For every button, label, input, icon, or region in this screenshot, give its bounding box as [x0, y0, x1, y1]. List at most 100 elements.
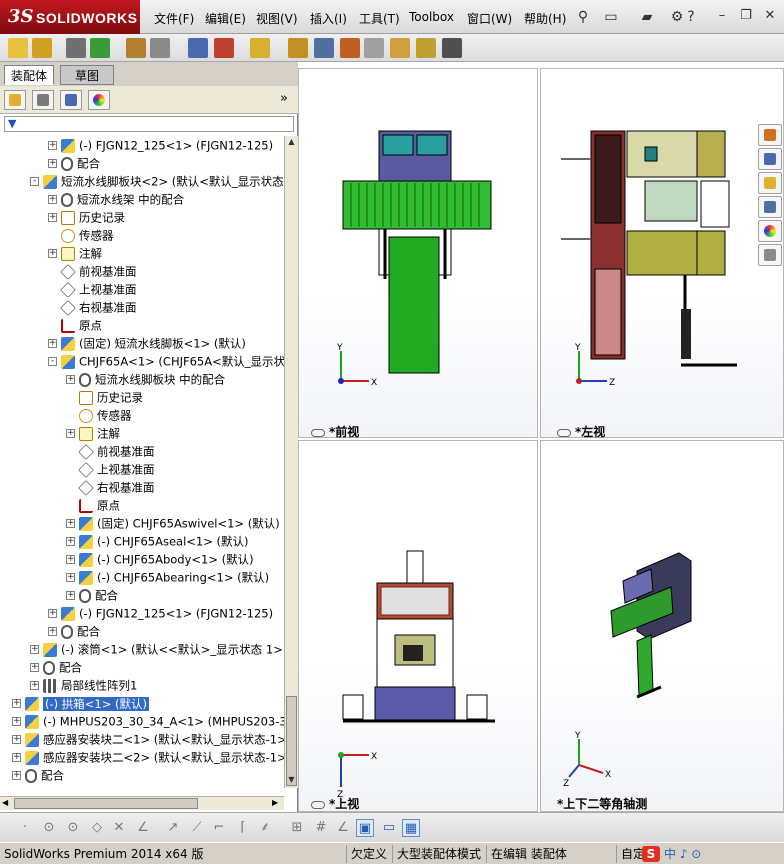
menu-help[interactable]: 帮助(H): [524, 10, 566, 27]
scroll-down-icon[interactable]: ▼: [286, 774, 297, 786]
tab-sketch[interactable]: 草图: [60, 65, 114, 85]
tree-item[interactable]: + (-) 拱箱<1> (默认): [12, 694, 149, 712]
viewport-front[interactable]: Y X *前视: [298, 68, 538, 439]
property-manager-icon[interactable]: [32, 90, 54, 110]
tree-item[interactable]: + 局部线性阵列1: [30, 676, 137, 694]
tree-item[interactable]: + 配合: [66, 586, 118, 604]
spline-icon[interactable]: ⸙: [256, 819, 274, 837]
expand-toggle-icon[interactable]: +: [48, 141, 57, 150]
pin-icon[interactable]: ⚲: [574, 8, 592, 26]
expand-toggle-icon[interactable]: +: [48, 609, 57, 618]
mirror-icon[interactable]: ⟋: [188, 819, 206, 837]
tree-item[interactable]: + 配合: [48, 622, 100, 640]
expand-toggle-icon[interactable]: +: [12, 771, 21, 780]
instant3d-icon[interactable]: [390, 38, 410, 58]
tree-item[interactable]: 原点: [66, 496, 120, 514]
tree-item[interactable]: 历史记录: [66, 388, 143, 406]
menu-file[interactable]: 文件(F): [154, 10, 194, 27]
graphics-area[interactable]: ▢ ▥ ❐ ✕ Y X: [298, 62, 784, 812]
extend-icon[interactable]: ∠: [134, 819, 152, 837]
tree-item[interactable]: + 短流水线架 中的配合: [48, 190, 184, 208]
configuration-manager-icon[interactable]: [60, 90, 82, 110]
filter-icon[interactable]: ▼: [8, 117, 16, 130]
assembly-features-icon[interactable]: [214, 38, 234, 58]
design-library-icon[interactable]: [758, 148, 782, 170]
appearances-icon[interactable]: [758, 220, 782, 242]
tree-item[interactable]: 右视基准面: [48, 298, 137, 316]
circle-icon[interactable]: ⊙: [40, 819, 58, 837]
menu-insert[interactable]: 插入(I): [310, 10, 347, 27]
ime-s-icon[interactable]: S: [642, 846, 660, 862]
menu-toolbox[interactable]: Toolbox: [409, 10, 454, 24]
tree-item[interactable]: + 注解: [66, 424, 120, 442]
feature-tree-icon[interactable]: [4, 90, 26, 110]
tree-item[interactable]: 上视基准面: [48, 280, 137, 298]
menu-view[interactable]: 视图(V): [256, 10, 298, 27]
expand-toggle-icon[interactable]: +: [66, 537, 75, 546]
collapse-toggle-icon[interactable]: -: [48, 357, 57, 366]
tree-horizontal-scrollbar[interactable]: ◀ ▶: [0, 796, 284, 810]
file-explorer-icon[interactable]: [758, 172, 782, 194]
mate-icon[interactable]: [66, 38, 86, 58]
close-icon[interactable]: ✕: [762, 8, 778, 24]
insert-component-icon[interactable]: [8, 38, 28, 58]
linear-pattern-icon[interactable]: [90, 38, 110, 58]
move-component-icon[interactable]: [150, 38, 170, 58]
open-folder-icon[interactable]: ▰: [638, 8, 656, 26]
tree-item[interactable]: 前视基准面: [66, 442, 155, 460]
new-document-icon[interactable]: ▭: [602, 8, 620, 26]
shaded-cube-icon[interactable]: ▣: [356, 819, 374, 837]
tree-item[interactable]: + (-) CHJF65Abearing<1> (默认): [66, 568, 269, 586]
tree-item[interactable]: 上视基准面: [66, 460, 155, 478]
tree-item[interactable]: - 短流水线脚板块<2> (默认<默认_显示状态: [30, 172, 284, 190]
restore-icon[interactable]: ❐: [738, 8, 754, 24]
expand-toggle-icon[interactable]: +: [12, 735, 21, 744]
expand-toggle-icon[interactable]: +: [66, 429, 75, 438]
filter-bar[interactable]: ▼: [4, 116, 294, 132]
expand-toggle-icon[interactable]: +: [48, 159, 57, 168]
expand-toggle-icon[interactable]: +: [48, 213, 57, 222]
show-hidden-icon[interactable]: [188, 38, 208, 58]
expand-toggle-icon[interactable]: +: [48, 249, 57, 258]
explode-line-icon[interactable]: [364, 38, 384, 58]
solidworks-logo[interactable]: 3S SOLIDWORKS: [0, 0, 140, 34]
help-icon[interactable]: ?: [682, 8, 700, 26]
snapshot-icon[interactable]: [442, 38, 462, 58]
new-motion-study-icon[interactable]: [288, 38, 308, 58]
scroll-left-icon[interactable]: ◀: [2, 798, 8, 807]
tree-vertical-scrollbar[interactable]: ▲ ▼: [284, 136, 298, 788]
tab-assembly[interactable]: 装配体: [4, 65, 55, 85]
display-pane-icon[interactable]: ▭: [380, 819, 398, 837]
four-view-icon[interactable]: ▦: [402, 819, 420, 837]
angle-icon[interactable]: ∠: [334, 819, 352, 837]
viewport-left[interactable]: Y Z *左视: [540, 68, 784, 439]
view-palette-icon[interactable]: [758, 196, 782, 218]
expand-toggle-icon[interactable]: +: [48, 195, 57, 204]
tree-item[interactable]: + (固定) 短流水线脚板<1> (默认): [48, 334, 246, 352]
expand-toggle-icon[interactable]: +: [30, 663, 39, 672]
arc-icon[interactable]: ⊙: [64, 819, 82, 837]
scroll-up-icon[interactable]: ▲: [286, 136, 297, 148]
smart-fasteners-icon[interactable]: [126, 38, 146, 58]
expand-toggle-icon[interactable]: +: [48, 627, 57, 636]
collapse-toggle-icon[interactable]: -: [30, 177, 39, 186]
custom-properties-icon[interactable]: [758, 244, 782, 266]
grid-icon[interactable]: #: [312, 819, 330, 837]
expand-toggle-icon[interactable]: +: [12, 753, 21, 762]
expand-toggle-icon[interactable]: +: [30, 681, 39, 690]
tree-item[interactable]: + 感应器安装块二<2> (默认<默认_显示状态-1>: [12, 748, 284, 766]
tree-item[interactable]: + (固定) CHJF65Aswivel<1> (默认): [66, 514, 280, 532]
expand-toggle-icon[interactable]: +: [48, 339, 57, 348]
exploded-view-icon[interactable]: [340, 38, 360, 58]
bill-of-materials-icon[interactable]: [314, 38, 334, 58]
polygon-icon[interactable]: ◇: [88, 819, 106, 837]
tree-item[interactable]: + 配合: [48, 154, 100, 172]
tree-item[interactable]: + (-) CHJF65Abody<1> (默认): [66, 550, 254, 568]
tree-item[interactable]: 传感器: [66, 406, 132, 424]
tree-item[interactable]: 原点: [48, 316, 102, 334]
link-view-icon[interactable]: [311, 800, 325, 809]
line-icon[interactable]: ⌈: [234, 819, 252, 837]
trim-icon[interactable]: ✕: [110, 819, 128, 837]
expand-toggle-icon[interactable]: +: [66, 573, 75, 582]
dimension-icon[interactable]: ⊞: [288, 819, 306, 837]
